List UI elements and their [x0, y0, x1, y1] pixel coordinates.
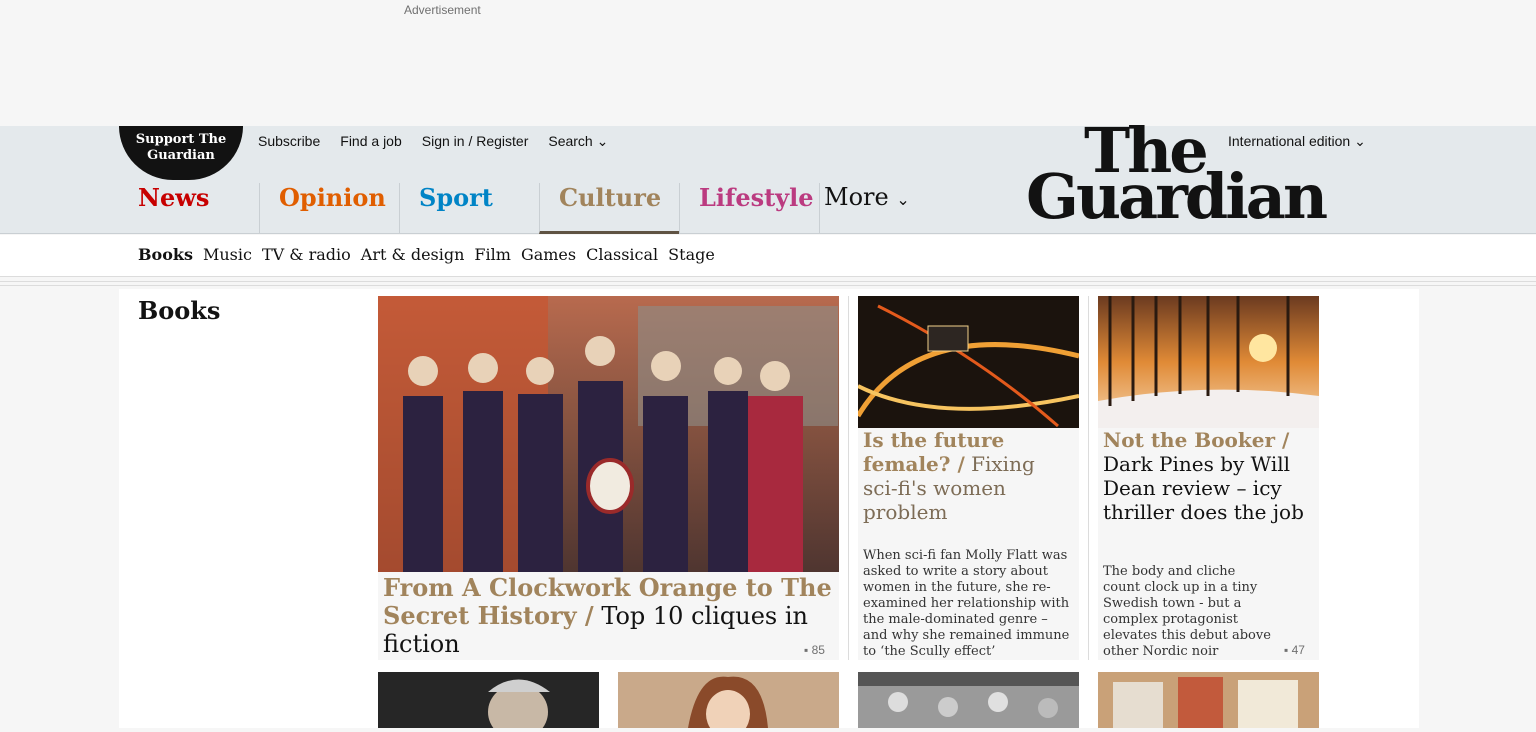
- pillar-news[interactable]: News: [119, 183, 259, 234]
- pillar-opinion[interactable]: Opinion: [259, 183, 399, 234]
- article-standfirst: When sci-fi fan Molly Flatt was asked to…: [863, 548, 1070, 659]
- article-image: [1098, 296, 1319, 428]
- article-card-main[interactable]: From A Clockwork Orange to The Secret Hi…: [378, 296, 839, 660]
- subnav-stage[interactable]: Stage: [668, 245, 715, 264]
- logo-line-2: Guardian: [1026, 160, 1328, 233]
- comment-count[interactable]: ▪ 85: [804, 643, 825, 657]
- chevron-down-icon: ⌄: [596, 133, 609, 149]
- article-headline[interactable]: Not the Booker / Dark Pines by Will Dean…: [1103, 428, 1315, 524]
- article-title: Dark Pines by Will Dean review – icy thr…: [1103, 452, 1304, 524]
- article-headline[interactable]: From A Clockwork Orange to The Secret Hi…: [383, 574, 833, 659]
- comment-number: 47: [1291, 643, 1305, 657]
- pillar-culture[interactable]: Culture: [539, 183, 679, 234]
- subnav-music[interactable]: Music: [203, 245, 252, 264]
- group-photo-image: [378, 296, 838, 572]
- comment-icon: ▪: [804, 643, 809, 657]
- city-lights-image: [858, 296, 1079, 428]
- find-job-link[interactable]: Find a job: [340, 133, 401, 150]
- comment-count[interactable]: ▪ 47: [1284, 643, 1305, 657]
- divider: [0, 281, 1536, 282]
- column-divider: [1088, 296, 1089, 660]
- subscribe-link[interactable]: Subscribe: [258, 133, 320, 150]
- article-image: [378, 296, 839, 572]
- article-thumbnail[interactable]: [1098, 672, 1319, 728]
- chevron-down-icon: ⌄: [896, 190, 910, 209]
- article-card-dark-pines[interactable]: Not the Booker / Dark Pines by Will Dean…: [1098, 296, 1319, 660]
- subnav-film[interactable]: Film: [474, 245, 511, 264]
- portrait-image: [618, 672, 839, 732]
- subnav-games[interactable]: Games: [521, 245, 576, 264]
- column-divider: [848, 296, 849, 660]
- article-thumbnail[interactable]: [618, 672, 839, 732]
- pillar-lifestyle[interactable]: Lifestyle: [679, 183, 819, 234]
- subnav-tv-radio[interactable]: TV & radio: [262, 245, 351, 264]
- chevron-down-icon: ⌄: [1354, 133, 1366, 149]
- search-link[interactable]: Search ⌄: [548, 133, 608, 150]
- article-image: [858, 296, 1079, 428]
- search-label: Search: [548, 133, 593, 149]
- comment-number: 85: [811, 643, 825, 657]
- article-kicker: Not the Booker /: [1103, 428, 1290, 452]
- more-label: More: [824, 183, 889, 211]
- advertisement-bar: Advertisement: [0, 0, 1536, 126]
- pillar-nav: News Opinion Sport Culture Lifestyle Mor…: [119, 183, 939, 234]
- books-photo-image: [1098, 672, 1319, 728]
- subnav-books[interactable]: Books: [138, 245, 193, 264]
- crowd-photo-image: [858, 672, 1079, 728]
- sign-in-link[interactable]: Sign in / Register: [422, 133, 529, 150]
- comment-icon: ▪: [1284, 643, 1289, 657]
- subnav-classical[interactable]: Classical: [586, 245, 658, 264]
- subnav-art-design[interactable]: Art & design: [361, 245, 465, 264]
- article-standfirst: The body and cliche count clock up in a …: [1103, 564, 1271, 659]
- snowy-forest-image: [1098, 296, 1319, 428]
- article-thumbnail[interactable]: [378, 672, 599, 732]
- portrait-image: [378, 672, 599, 732]
- top-links: Subscribe Find a job Sign in / Register …: [258, 133, 608, 150]
- advertisement-label: Advertisement: [404, 3, 481, 17]
- pillar-more[interactable]: More ⌄: [819, 183, 939, 234]
- pillar-sport[interactable]: Sport: [399, 183, 539, 234]
- article-thumbnail[interactable]: [858, 672, 1079, 728]
- culture-subnav: Books Music TV & radio Art & design Film…: [0, 235, 1536, 277]
- section-title: Books: [138, 296, 221, 325]
- divider: [0, 285, 1536, 286]
- guardian-logo[interactable]: The Guardian: [1026, 120, 1328, 233]
- article-headline[interactable]: Is the future female? / Fixing sci-fi's …: [863, 428, 1075, 524]
- article-card-scifi[interactable]: Is the future female? / Fixing sci-fi's …: [858, 296, 1079, 660]
